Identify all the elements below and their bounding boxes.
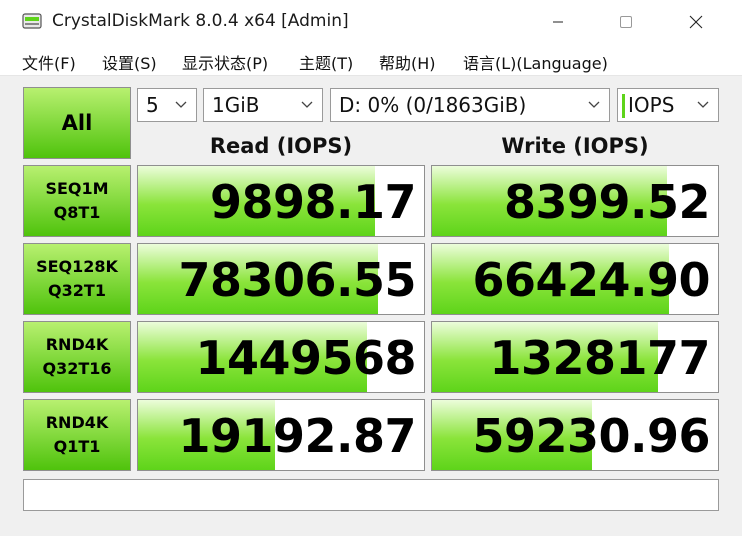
chevron-down-icon <box>175 101 187 108</box>
title-bar: CrystalDiskMark 8.0.4 x64 [Admin] <box>0 0 742 44</box>
maximize-button[interactable] <box>600 0 652 44</box>
disk-icon <box>22 12 42 30</box>
test-params: Q8T1 <box>53 203 101 222</box>
test-button-rnd4k-q1t1[interactable]: RND4K Q1T1 <box>23 399 131 471</box>
test-params: Q32T16 <box>42 359 112 378</box>
read-result-rnd4k-q32t16: 1449568 <box>137 321 425 393</box>
menu-settings[interactable]: 设置(S) <box>102 50 157 74</box>
write-column-header: Write (IOPS) <box>501 134 649 158</box>
maximize-icon <box>620 16 632 28</box>
chevron-down-icon <box>588 101 600 108</box>
write-result-seq1m-q8t1: 8399.52 <box>431 165 719 237</box>
result-value: 1328177 <box>489 331 710 385</box>
test-params: Q32T1 <box>48 281 106 300</box>
read-column-header: Read (IOPS) <box>209 134 353 158</box>
unit-selected-indicator <box>622 94 625 118</box>
minimize-icon <box>553 21 563 23</box>
read-result-rnd4k-q1t1: 19192.87 <box>137 399 425 471</box>
write-result-rnd4k-q32t16: 1328177 <box>431 321 719 393</box>
menu-bar: 文件(F) 设置(S) 显示状态(P) 主题(T) 帮助(H) 语言(L)(La… <box>0 44 742 76</box>
close-icon <box>689 15 703 29</box>
write-result-seq128k-q32t1: 66424.90 <box>431 243 719 315</box>
menu-language[interactable]: 语言(L)(Language) <box>463 50 608 74</box>
result-value: 8399.52 <box>503 175 711 229</box>
result-value: 78306.55 <box>178 253 416 307</box>
test-button-rnd4k-q32t16[interactable]: RND4K Q32T16 <box>23 321 131 393</box>
test-name: SEQ1M <box>45 179 109 198</box>
test-count-value: 5 <box>146 93 159 117</box>
unit-value: IOPS <box>628 93 675 117</box>
test-size-select[interactable]: 1GiB <box>203 88 323 122</box>
menu-help[interactable]: 帮助(H) <box>379 50 436 74</box>
result-value: 59230.96 <box>472 409 710 463</box>
write-result-rnd4k-q1t1: 59230.96 <box>431 399 719 471</box>
drive-select[interactable]: D: 0% (0/1863GiB) <box>330 88 610 122</box>
unit-select[interactable]: IOPS <box>617 88 719 122</box>
result-value: 19192.87 <box>178 409 416 463</box>
test-name: RND4K <box>45 335 109 354</box>
read-result-seq1m-q8t1: 9898.17 <box>137 165 425 237</box>
read-result-seq128k-q32t1: 78306.55 <box>137 243 425 315</box>
test-params: Q1T1 <box>53 437 101 456</box>
close-button[interactable] <box>670 0 722 44</box>
result-value: 66424.90 <box>472 253 710 307</box>
menu-display[interactable]: 显示状态(P) <box>182 50 268 74</box>
test-name: SEQ128K <box>36 257 118 276</box>
test-count-select[interactable]: 5 <box>137 88 197 122</box>
chevron-down-icon <box>697 101 709 108</box>
menu-theme[interactable]: 主题(T) <box>299 50 353 74</box>
test-button-seq128k-q32t1[interactable]: SEQ128K Q32T1 <box>23 243 131 315</box>
result-value: 1449568 <box>195 331 416 385</box>
menu-file[interactable]: 文件(F) <box>22 50 76 74</box>
minimize-button[interactable] <box>532 0 584 44</box>
result-value: 9898.17 <box>209 175 417 229</box>
test-size-value: 1GiB <box>212 93 260 117</box>
test-name: RND4K <box>45 413 109 432</box>
test-button-seq1m-q8t1[interactable]: SEQ1M Q8T1 <box>23 165 131 237</box>
all-button[interactable]: All <box>23 87 131 159</box>
drive-value: D: 0% (0/1863GiB) <box>339 93 527 117</box>
window-title: CrystalDiskMark 8.0.4 x64 [Admin] <box>52 11 349 31</box>
comment-input[interactable] <box>23 479 719 511</box>
chevron-down-icon <box>301 101 313 108</box>
